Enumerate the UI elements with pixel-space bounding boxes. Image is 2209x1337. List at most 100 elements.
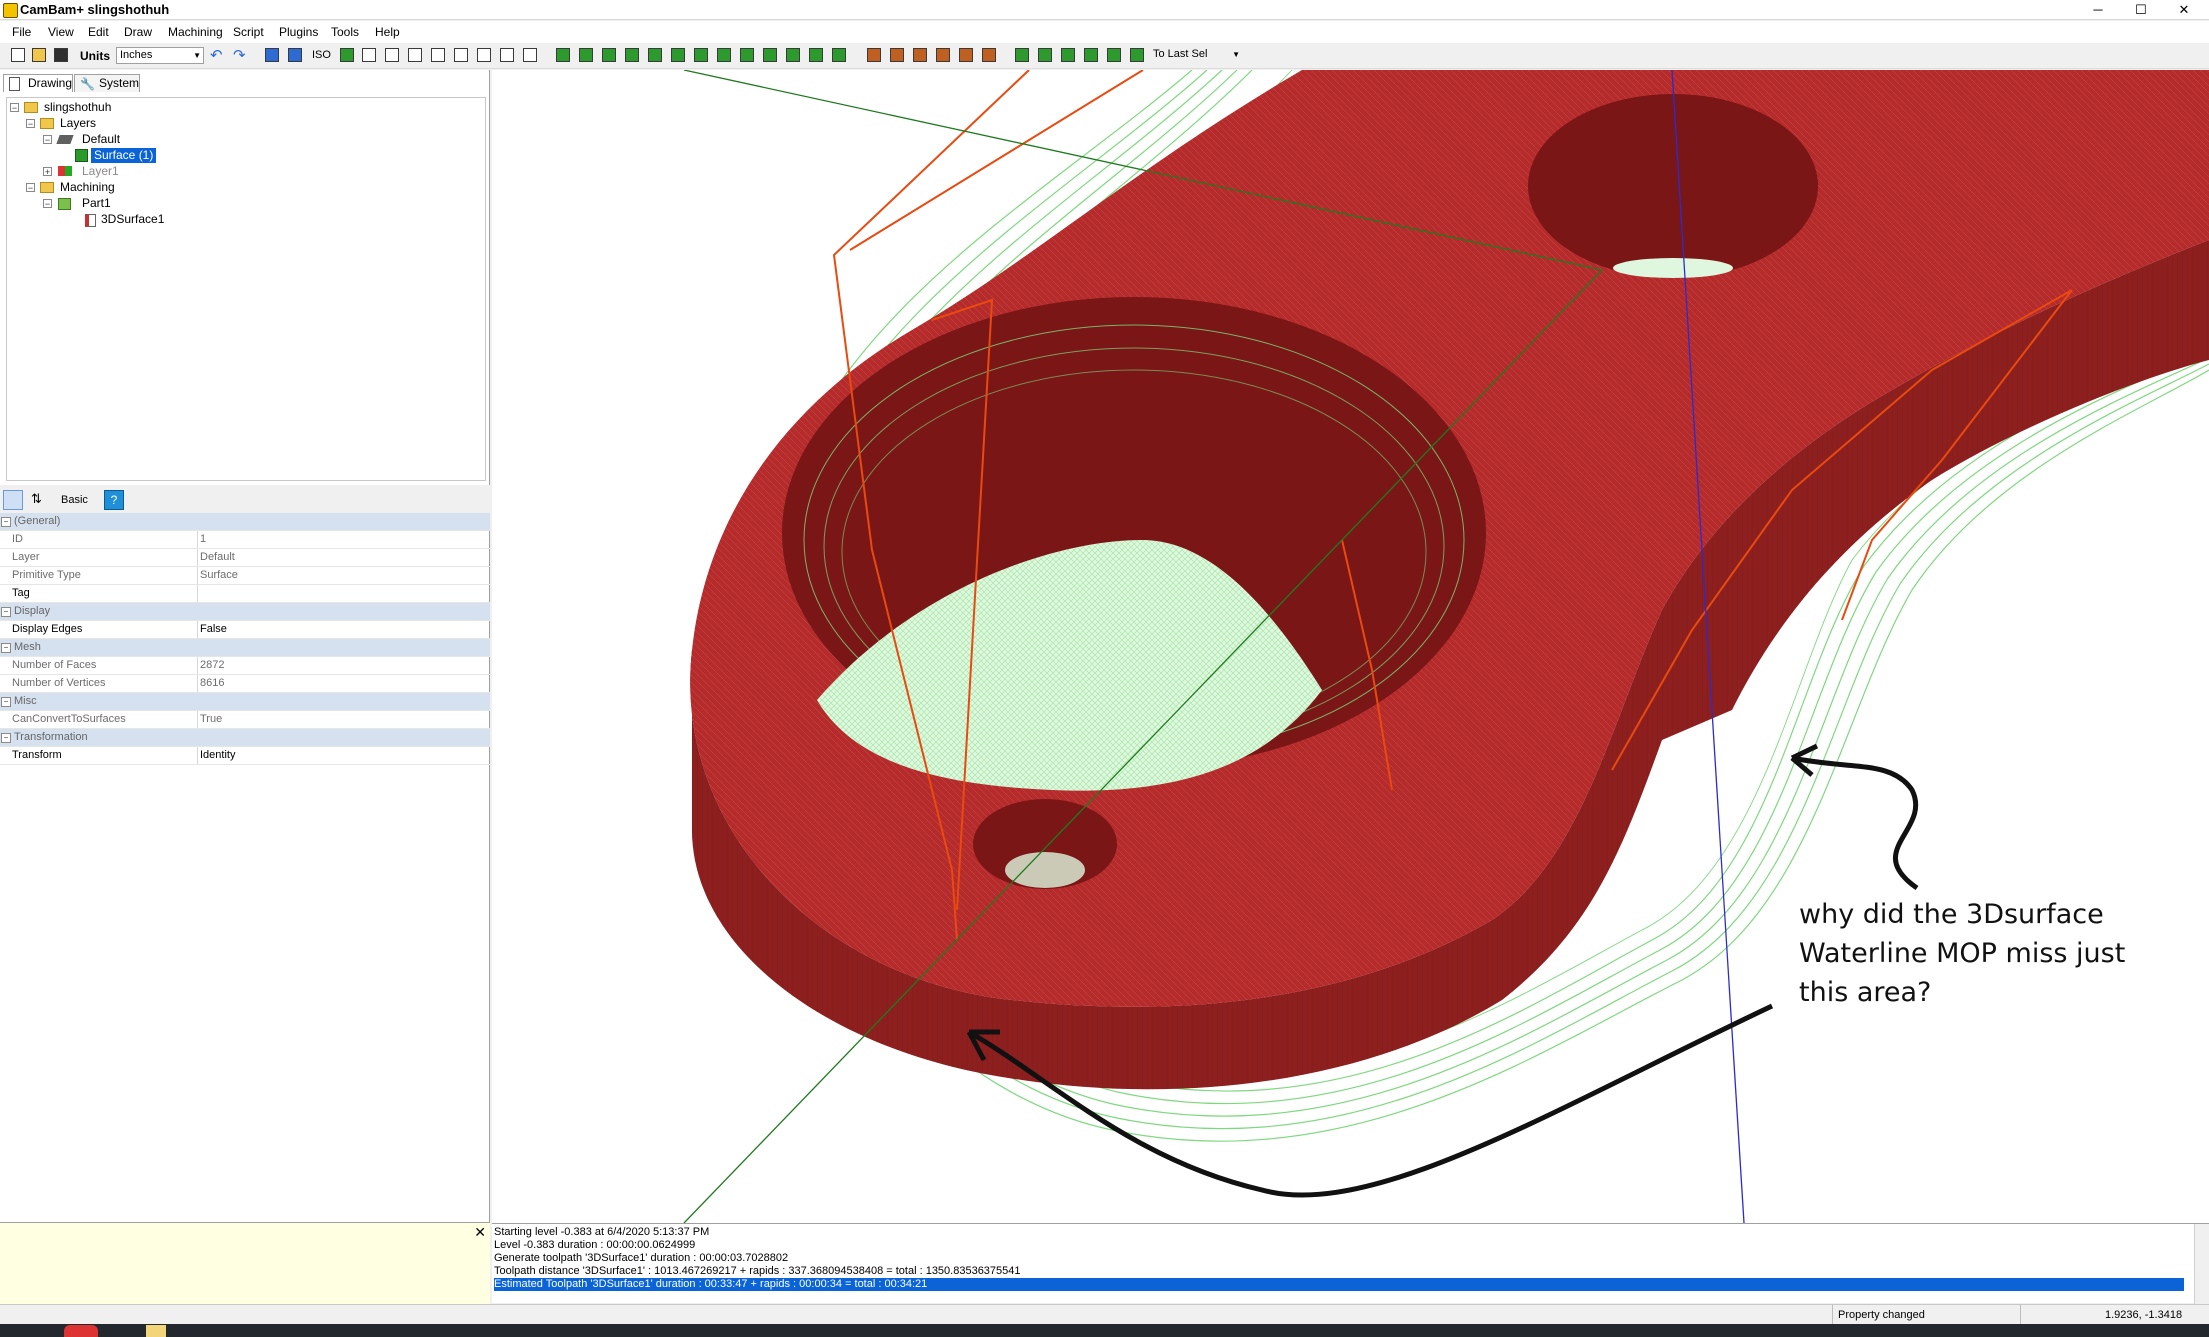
tree-item-part1[interactable]: Part1 [82,196,111,211]
reset-icon[interactable] [913,48,927,62]
cambam-taskbar-icon[interactable] [64,1325,98,1337]
property-category[interactable]: − Misc [0,693,490,711]
property-row[interactable]: ID 1 [0,531,490,549]
menu-view[interactable]: View [48,25,74,39]
grid-icon[interactable] [288,48,302,62]
zoom-window-icon[interactable] [523,48,537,62]
maximize-button[interactable]: ☐ [2118,0,2164,20]
viewport-canvas[interactable] [492,70,2209,1223]
expand-icon[interactable]: + [43,167,52,177]
tab-system[interactable]: 🔧 System [74,74,140,92]
tree-item-layer1[interactable]: Layer1 [82,164,119,179]
menu-edit[interactable]: Edit [88,25,109,39]
simulate-icon[interactable] [890,48,904,62]
close-button[interactable]: ✕ [2161,0,2207,20]
collapse-icon[interactable]: − [1,517,11,527]
vcarve-mop-icon[interactable] [786,48,800,62]
property-row[interactable]: Transform Identity [0,747,490,765]
property-category[interactable]: − Mesh [0,639,490,657]
view-right-icon[interactable] [408,48,422,62]
lathe-mop-icon[interactable] [671,48,685,62]
zoom-fit-icon[interactable] [340,48,354,62]
align-middle-icon[interactable] [1107,48,1121,62]
profile-mop-icon[interactable] [556,48,570,62]
3d-viewport[interactable]: why did the 3Dsurface Waterline MOP miss… [492,70,2209,1223]
property-category[interactable]: − Display [0,603,490,621]
collapse-icon[interactable]: − [10,103,19,113]
3d-profile-mop-icon[interactable] [694,48,708,62]
minimize-button[interactable]: ─ [2075,0,2121,20]
tree-item-machining[interactable]: Machining [60,180,115,195]
help-icon[interactable]: ? [104,490,124,510]
menu-tools[interactable]: Tools [331,25,359,39]
collapse-icon[interactable]: − [1,643,11,653]
generate-toolpath-icon[interactable] [832,48,846,62]
close-icon[interactable]: ✕ [474,1224,486,1241]
tree-item-surface[interactable]: Surface (1) [91,148,157,163]
align-bottom-icon[interactable] [1130,48,1144,62]
log-line-selected[interactable]: Estimated Toolpath '3DSurface1' duration… [494,1278,2184,1291]
align-left-icon[interactable] [1015,48,1029,62]
undo-icon[interactable]: ↶ [210,46,223,64]
tree-item-default-layer[interactable]: Default [82,132,120,147]
units-select[interactable]: Inches ▼ [116,47,204,64]
menu-plugins[interactable]: Plugins [279,25,318,39]
post-processor-icon[interactable] [982,48,996,62]
property-value[interactable]: Default [200,549,235,566]
log-scrollbar[interactable] [2194,1224,2209,1304]
snap-grid-icon[interactable] [265,48,279,62]
property-value[interactable]: True [200,711,222,728]
tree-item-root[interactable]: slingshothuh [44,100,111,115]
property-value[interactable]: Surface [200,567,238,584]
collapse-icon[interactable]: − [1,697,11,707]
stock-icon[interactable] [867,48,881,62]
property-value[interactable]: Identity [200,747,235,764]
collapse-icon[interactable]: − [43,135,52,145]
iso-view-button[interactable]: ISO [312,49,331,61]
redo-icon[interactable]: ↷ [233,46,246,64]
property-row[interactable]: Primitive Type Surface [0,567,490,585]
property-category[interactable]: − Transformation [0,729,490,747]
text-mop-icon[interactable] [717,48,731,62]
save-icon[interactable] [54,48,68,62]
menu-machining[interactable]: Machining [168,25,223,39]
property-value[interactable]: 2872 [200,657,224,674]
open-folder-icon[interactable] [32,48,46,62]
view-back-icon[interactable] [431,48,445,62]
collapse-icon[interactable]: − [1,733,11,743]
align-top-icon[interactable] [1084,48,1098,62]
gcode-icon[interactable] [936,48,950,62]
property-row[interactable]: Number of Faces 2872 [0,657,490,675]
explorer-taskbar-icon[interactable] [146,1325,166,1337]
property-row[interactable]: Display Edges False [0,621,490,639]
pocket-mop-icon[interactable] [579,48,593,62]
sort-alpha-icon[interactable]: ⇅ [31,491,42,507]
new-file-icon[interactable] [11,48,25,62]
property-row[interactable]: Tag [0,585,490,603]
tree-item-3dsurface1[interactable]: 3DSurface1 [101,212,164,227]
align-right-icon[interactable] [1061,48,1075,62]
selection-mode-select[interactable]: To Last Sel ▼ [1150,47,1242,64]
view-left-icon[interactable] [454,48,468,62]
trochoid-mop-icon[interactable] [809,48,823,62]
collapse-icon[interactable]: − [43,199,52,209]
menu-script[interactable]: Script [233,25,264,39]
collapse-icon[interactable]: − [26,183,35,193]
waterline-mop-icon[interactable] [763,48,777,62]
gcode-edit-icon[interactable] [959,48,973,62]
categorized-icon[interactable] [3,490,23,510]
collapse-icon[interactable]: − [1,607,11,617]
view-front-icon[interactable] [385,48,399,62]
property-value[interactable]: False [200,621,227,638]
collapse-icon[interactable]: − [26,119,35,129]
property-category[interactable]: − (General) [0,513,490,531]
property-value[interactable]: 8616 [200,675,224,692]
basic-mode-button[interactable]: Basic [61,494,88,506]
zoom-extents-icon[interactable] [500,48,514,62]
menu-draw[interactable]: Draw [124,25,152,39]
property-row[interactable]: Layer Default [0,549,490,567]
property-row[interactable]: CanConvertToSurfaces True [0,711,490,729]
menu-file[interactable]: File [12,25,31,39]
property-value[interactable]: 1 [200,531,206,548]
engrave-mop-icon[interactable] [625,48,639,62]
